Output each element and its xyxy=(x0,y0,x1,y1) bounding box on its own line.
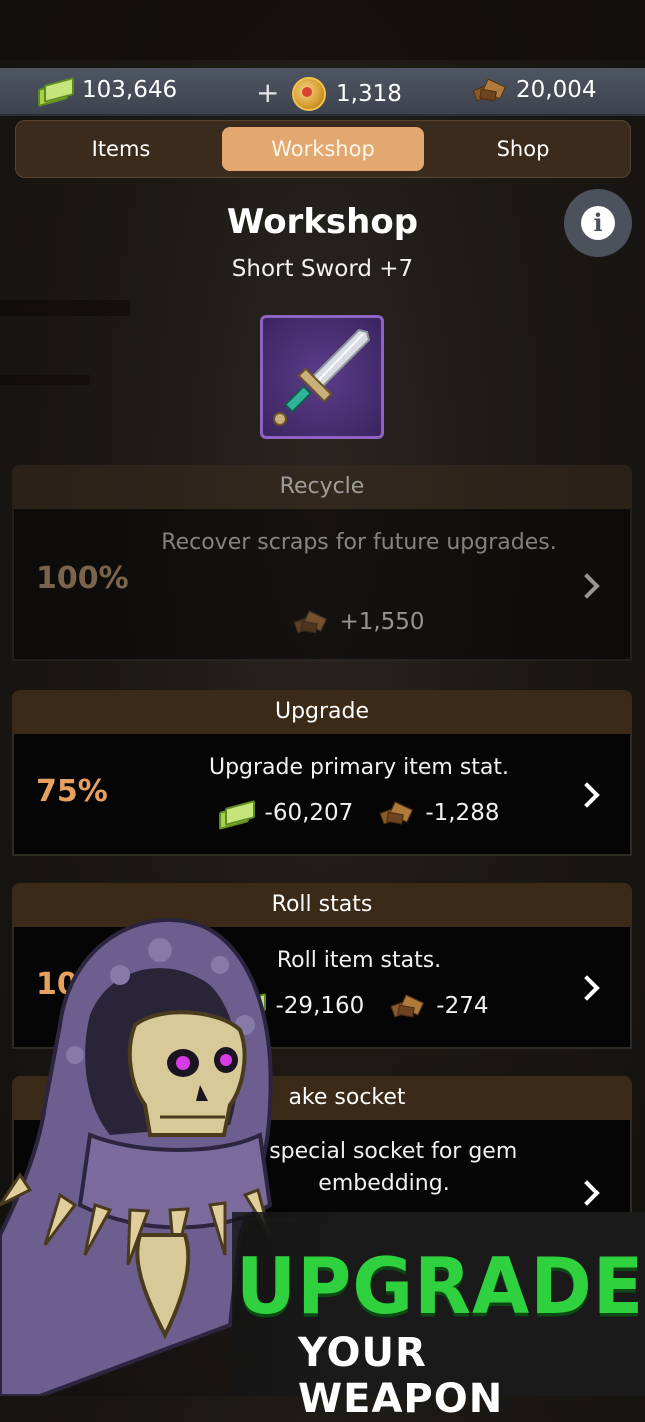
cash-counter: 103,646 xyxy=(38,76,178,108)
cost-amount: +1,550 xyxy=(339,609,425,635)
cash-amount: 103,646 xyxy=(82,77,178,103)
promo-tagline: YOUR WEAPON xyxy=(298,1330,504,1422)
tab-shop[interactable]: Shop xyxy=(438,127,608,171)
cost-list: +1,550 xyxy=(154,609,564,635)
tab-items[interactable]: Items xyxy=(36,127,206,171)
scrap-icon xyxy=(293,610,328,634)
sword-icon xyxy=(273,328,371,426)
cash-icon xyxy=(38,76,74,108)
info-icon: i xyxy=(581,206,615,240)
info-button[interactable]: i xyxy=(564,189,632,257)
page-title: Workshop xyxy=(226,202,419,242)
tab-bar: Items Workshop Shop xyxy=(15,120,631,178)
background-beam xyxy=(0,375,90,385)
scrap-icon xyxy=(472,78,507,102)
cash-icon xyxy=(218,799,255,831)
scrap-counter: 20,004 xyxy=(472,77,596,103)
add-currency-button[interactable]: + xyxy=(256,76,279,109)
item-slot xyxy=(260,315,384,439)
coin-counter: 1,318 xyxy=(292,77,402,111)
card-description: Recover scraps for future upgrades. xyxy=(161,530,557,555)
scrap-icon xyxy=(379,801,414,825)
background-beam xyxy=(0,0,645,60)
chevron-right-icon xyxy=(574,782,600,808)
resource-bar: 103,646 1,318 20,004 xyxy=(0,68,645,116)
card-description: Upgrade primary item stat. xyxy=(208,755,510,780)
item-name: Short Sword +7 xyxy=(231,256,414,282)
chevron-right-icon xyxy=(574,573,600,599)
background-beam xyxy=(0,300,130,316)
chevron-right-icon xyxy=(574,1180,600,1206)
upgrade-card[interactable]: Upgrade 75% Upgrade primary item stat. -… xyxy=(12,690,632,856)
coin-amount: 1,318 xyxy=(336,81,402,107)
recycle-card[interactable]: Recycle 100% Recover scraps for future u… xyxy=(12,465,632,661)
chevron-right-icon xyxy=(574,975,600,1001)
coin-icon xyxy=(292,77,326,111)
promo-headline: UPGRADE xyxy=(236,1241,645,1333)
cost-list: -60,207 -1,288 xyxy=(154,799,564,831)
success-chance: 100% xyxy=(36,561,129,596)
scrap-amount: 20,004 xyxy=(516,77,597,103)
scrap-icon xyxy=(390,994,425,1018)
cost-amount: -274 xyxy=(436,993,489,1019)
success-chance: 75% xyxy=(36,774,108,809)
card-title: Upgrade xyxy=(12,690,632,734)
cost-amount: -1,288 xyxy=(425,800,500,826)
tab-workshop[interactable]: Workshop xyxy=(222,127,424,171)
cost-amount: -60,207 xyxy=(264,800,354,826)
card-title: Recycle xyxy=(12,465,632,509)
